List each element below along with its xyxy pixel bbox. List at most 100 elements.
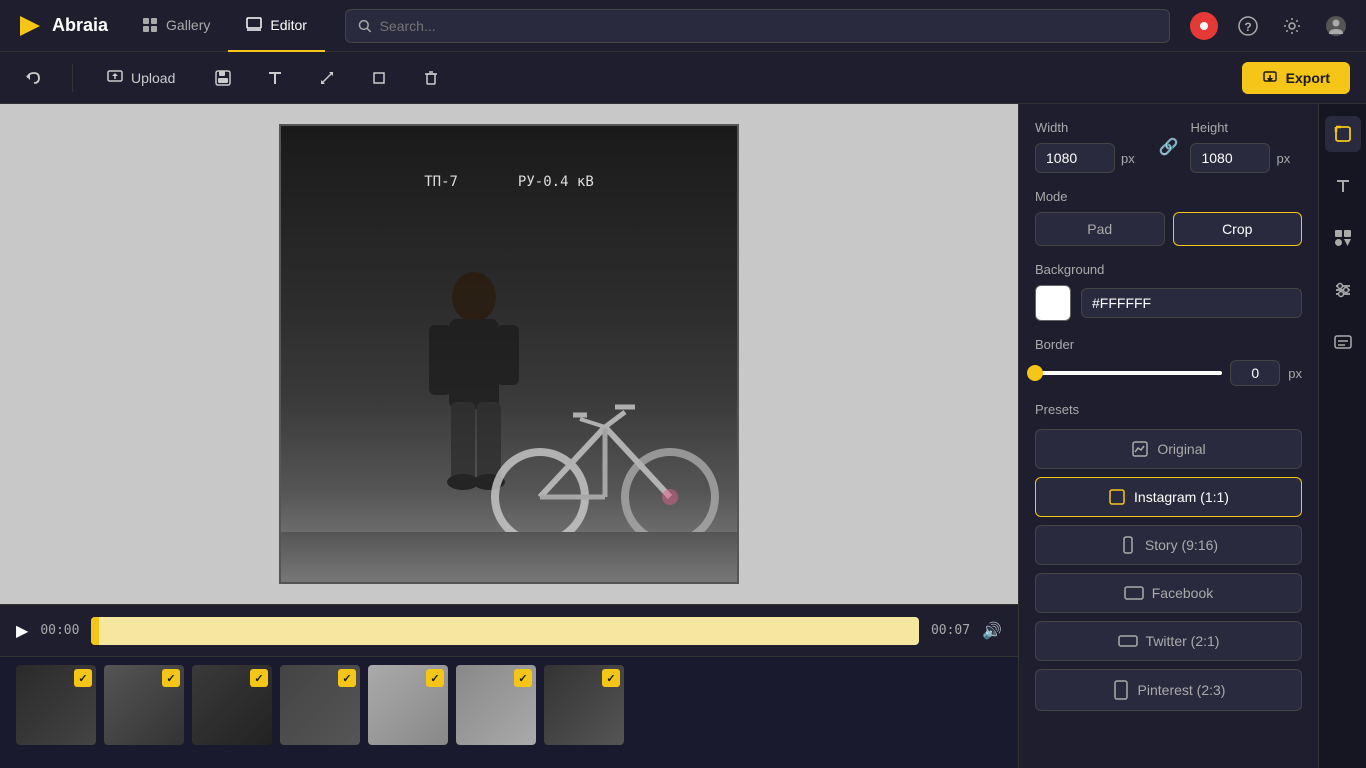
rs-text-icon[interactable] (1325, 168, 1361, 204)
presets-label: Presets (1035, 402, 1302, 417)
timeline: ▶ 00:00 00:07 🔊 (0, 604, 1018, 656)
thumb-item-7[interactable]: ✓ (544, 665, 624, 745)
text-button[interactable] (257, 60, 293, 96)
user-icon[interactable] (1322, 12, 1350, 40)
right-sidebar (1318, 104, 1366, 768)
link-dimensions-icon[interactable]: 🔗 (1159, 137, 1179, 157)
height-input-row: 1080 px (1190, 143, 1302, 173)
thumb-item-1[interactable]: ✓ (16, 665, 96, 745)
preset-story-label: Story (9:16) (1145, 537, 1218, 553)
preset-facebook-label: Facebook (1152, 585, 1213, 601)
save-button[interactable] (205, 60, 241, 96)
preset-original-label: Original (1157, 441, 1205, 457)
text-icon (266, 69, 284, 87)
rs-crop-icon[interactable] (1325, 116, 1361, 152)
dot-icon (1197, 19, 1211, 33)
thumb-item-2[interactable]: ✓ (104, 665, 184, 745)
thumb-check-7: ✓ (602, 669, 620, 687)
pinterest-icon (1112, 680, 1130, 700)
preset-story-button[interactable]: Story (9:16) (1035, 525, 1302, 565)
scale-icon (318, 69, 336, 87)
thumb-item-4[interactable]: ✓ (280, 665, 360, 745)
question-icon: ? (1238, 16, 1258, 36)
gallery-tab[interactable]: Gallery (124, 0, 228, 52)
upload-button[interactable]: Upload (93, 64, 189, 92)
rs-resize-icon (1333, 124, 1353, 144)
width-input-row: 1080 px (1035, 143, 1147, 173)
volume-icon[interactable]: 🔊 (982, 621, 1002, 641)
rs-elements-icon-svg (1333, 228, 1353, 248)
avatar-icon (1325, 15, 1347, 37)
search-icon (358, 19, 372, 33)
svg-text:?: ? (1244, 20, 1251, 34)
thumb-check-1: ✓ (74, 669, 92, 687)
bg-color-swatch[interactable] (1035, 285, 1071, 321)
editor-tab[interactable]: Editor (228, 0, 325, 52)
crop-button[interactable] (361, 60, 397, 96)
slider-thumb (1027, 365, 1043, 381)
mode-row: Pad Crop (1035, 212, 1302, 246)
thumb-check-2: ✓ (162, 669, 180, 687)
crop-icon (370, 69, 388, 87)
settings-icon[interactable] (1278, 12, 1306, 40)
play-button[interactable]: ▶ (16, 621, 28, 641)
export-icon (1262, 70, 1278, 86)
slider-track (1035, 371, 1222, 375)
border-slider[interactable] (1035, 363, 1222, 383)
preset-pinterest-button[interactable]: Pinterest (2:3) (1035, 669, 1302, 711)
crop-mode-button[interactable]: Crop (1173, 212, 1303, 246)
rs-adjust-icon[interactable] (1325, 272, 1361, 308)
search-input[interactable] (380, 18, 1157, 34)
rs-text-icon-svg (1333, 176, 1353, 196)
delete-button[interactable] (413, 60, 449, 96)
photo-simulation: ТП-7 РУ-0.4 кВ (279, 124, 739, 584)
preset-original-button[interactable]: Original (1035, 429, 1302, 469)
thumb-check-6: ✓ (514, 669, 532, 687)
logo-text: Abraia (52, 15, 108, 36)
record-icon[interactable] (1190, 12, 1218, 40)
thumbnails-row: ✓ ✓ ✓ ✓ ✓ ✓ ✓ (0, 656, 1018, 768)
undo-button[interactable] (16, 60, 52, 96)
rs-caption-icon-svg (1333, 332, 1353, 352)
logo: Abraia (0, 12, 124, 40)
original-icon (1131, 440, 1149, 458)
preset-instagram-label: Instagram (1:1) (1134, 489, 1229, 505)
canvas-area: ТП-7 РУ-0.4 кВ (0, 104, 1018, 768)
rs-caption-icon[interactable] (1325, 324, 1361, 360)
height-input[interactable]: 1080 (1190, 143, 1270, 173)
preset-twitter-button[interactable]: Twitter (2:1) (1035, 621, 1302, 661)
background-label: Background (1035, 262, 1302, 277)
canvas-wrapper[interactable]: ТП-7 РУ-0.4 кВ (0, 104, 1018, 604)
preset-facebook-button[interactable]: Facebook (1035, 573, 1302, 613)
thumb-item-5[interactable]: ✓ (368, 665, 448, 745)
width-input[interactable]: 1080 (1035, 143, 1115, 173)
export-button[interactable]: Export (1242, 62, 1350, 94)
border-px-label: px (1288, 366, 1302, 381)
logo-icon (16, 12, 44, 40)
bg-color-input[interactable]: #FFFFFF (1081, 288, 1302, 318)
dimensions-row: Width 1080 px 🔗 Height 1080 px (1035, 120, 1302, 173)
pad-button[interactable]: Pad (1035, 212, 1165, 246)
border-label: Border (1035, 337, 1302, 352)
width-px-label: px (1121, 151, 1135, 166)
export-label: Export (1286, 70, 1330, 86)
rs-elements-icon[interactable] (1325, 220, 1361, 256)
nav-icons: ? (1190, 12, 1366, 40)
trash-icon (422, 69, 440, 87)
search-box[interactable] (345, 9, 1170, 43)
thumb-item-3[interactable]: ✓ (192, 665, 272, 745)
scale-button[interactable] (309, 60, 345, 96)
facebook-icon (1124, 584, 1144, 602)
preset-instagram-button[interactable]: Instagram (1:1) (1035, 477, 1302, 517)
thumb-check-4: ✓ (338, 669, 356, 687)
editor-label: Editor (270, 17, 307, 33)
thumb-item-6[interactable]: ✓ (456, 665, 536, 745)
undo-icon (25, 69, 43, 87)
current-time: 00:00 (40, 623, 79, 638)
border-value-input[interactable]: 0 (1230, 360, 1280, 386)
help-icon[interactable]: ? (1234, 12, 1262, 40)
toolbar: Upload (0, 52, 1366, 104)
editor-icon (246, 17, 262, 33)
height-px-label: px (1276, 151, 1290, 166)
timeline-bar[interactable] (91, 617, 918, 645)
